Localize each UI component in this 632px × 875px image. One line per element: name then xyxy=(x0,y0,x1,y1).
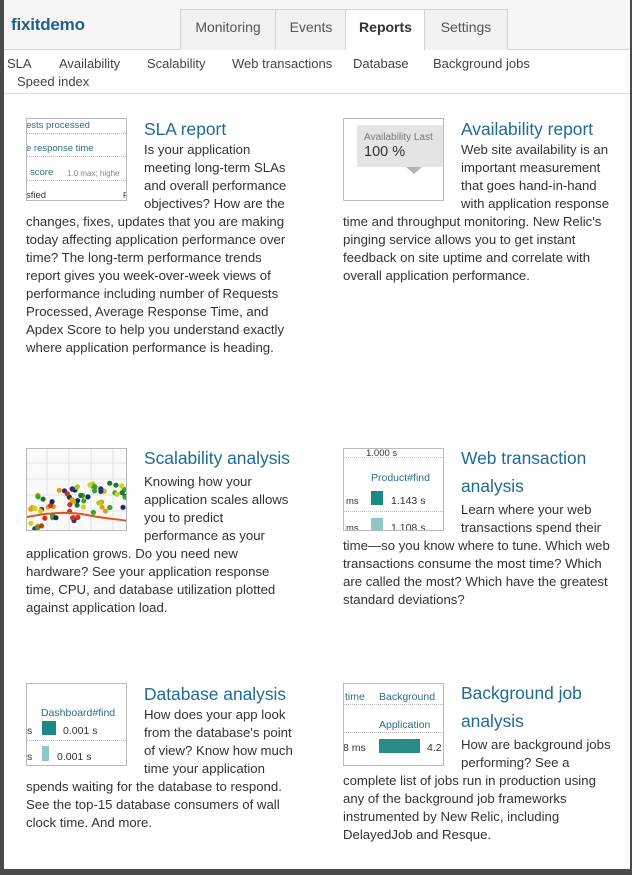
scatter-point xyxy=(119,490,125,496)
thumb-divider xyxy=(344,457,443,458)
scatter-point xyxy=(90,509,96,515)
tab-settings[interactable]: Settings xyxy=(424,9,508,50)
subnav-scalability[interactable]: Scalability xyxy=(147,56,206,71)
reports-subnav: SLA Availability Scalability Web transac… xyxy=(4,50,630,94)
thumb-divider xyxy=(27,740,126,741)
scatter-point xyxy=(98,488,104,494)
scatter-point xyxy=(64,491,70,497)
scatter-point xyxy=(67,502,73,508)
report-card-sla: ests processed e response time score 1.0… xyxy=(26,118,298,357)
web-transaction-analysis-thumbnail[interactable]: 1.000 s Product#find ms 1.143 s ms 1.108… xyxy=(343,448,444,531)
thumb-text: 0.001 s xyxy=(57,751,92,763)
scatter-point xyxy=(119,483,125,489)
duration-bar xyxy=(371,491,383,505)
subnav-background-jobs[interactable]: Background jobs xyxy=(433,56,530,71)
subnav-database[interactable]: Database xyxy=(353,56,409,71)
pointer-arrow-icon xyxy=(406,167,422,174)
duration-bar xyxy=(42,746,49,761)
scatter-point xyxy=(113,482,119,488)
scatter-point xyxy=(87,482,93,488)
scatter-point xyxy=(75,498,81,504)
scatter-point xyxy=(107,480,113,486)
report-card-availability: Availability Last 100 % Availability rep… xyxy=(343,118,613,285)
thumb-text: 1.108 s xyxy=(391,522,426,531)
scatter-point xyxy=(32,505,38,511)
scatter-point xyxy=(74,484,80,490)
sla-report-thumbnail[interactable]: ests processed e response time score 1.0… xyxy=(26,118,127,201)
background-job-analysis-thumbnail[interactable]: time Background Application 8 ms 4.2 xyxy=(343,683,444,766)
scatter-point xyxy=(107,504,113,511)
scatter-point xyxy=(120,504,126,510)
scatter-point xyxy=(56,487,62,493)
subnav-sla[interactable]: SLA xyxy=(7,56,32,71)
thumb-divider xyxy=(27,180,126,181)
thumb-text: 8 ms xyxy=(343,742,366,754)
scatter-point xyxy=(69,486,75,492)
thumb-divider xyxy=(27,156,126,157)
scatter-point xyxy=(103,508,109,514)
thumb-text: Dashboard#find xyxy=(41,707,116,719)
duration-bar xyxy=(371,518,383,530)
scatter-point xyxy=(80,504,86,510)
scatter-point xyxy=(53,515,59,521)
thumb-text: 1.000 s xyxy=(366,448,398,459)
duration-bar xyxy=(379,739,420,753)
thumb-text: 0.001 s xyxy=(63,725,98,737)
scatter-point xyxy=(92,484,98,490)
report-card-scalability: Scalability analysis Knowing how your ap… xyxy=(26,448,298,617)
thumb-divider xyxy=(344,511,443,512)
scatter-point xyxy=(114,491,120,497)
scatter-plot xyxy=(27,449,126,530)
scatter-point xyxy=(49,499,55,505)
report-card-web-transactions: 1.000 s Product#find ms 1.143 s ms 1.108… xyxy=(343,448,613,609)
scatter-point xyxy=(40,496,46,502)
thumb-text: F xyxy=(123,187,126,200)
subnav-web-transactions[interactable]: Web transactions xyxy=(232,56,332,71)
thumb-text: ms xyxy=(346,523,359,531)
scatter-point xyxy=(85,494,91,500)
thumb-text: 100 % xyxy=(364,144,406,160)
thumb-divider xyxy=(27,133,126,134)
thumb-text: 1.143 s xyxy=(391,495,426,507)
tab-reports[interactable]: Reports xyxy=(345,9,426,51)
thumb-text: sfied xyxy=(26,190,47,201)
scatter-point xyxy=(70,515,76,521)
thumb-text: s xyxy=(27,751,33,763)
app-header: fixitdemo Monitoring Events Reports Sett… xyxy=(4,0,630,51)
scatter-point xyxy=(69,497,75,503)
availability-report-thumbnail[interactable]: Availability Last 100 % xyxy=(343,118,444,201)
app-name[interactable]: fixitdemo xyxy=(11,15,85,35)
thumb-text: s xyxy=(27,725,33,737)
scatter-point xyxy=(37,508,44,514)
scatter-point xyxy=(78,492,84,499)
report-card-background-jobs: time Background Application 8 ms 4.2 Bac… xyxy=(343,683,613,844)
scalability-analysis-thumbnail[interactable] xyxy=(26,448,127,531)
thumb-divider xyxy=(344,732,443,733)
scatter-point xyxy=(99,504,105,510)
scatter-point xyxy=(96,500,102,506)
subnav-availability[interactable]: Availability xyxy=(59,56,120,71)
scatter-point xyxy=(35,494,41,500)
thumb-text: 4.2 xyxy=(427,742,442,754)
subnav-speed-index[interactable]: Speed index xyxy=(17,74,89,89)
scatter-point xyxy=(42,515,48,521)
thumb-text: ms xyxy=(346,496,359,507)
report-card-database: Dashboard#find s 0.001 s s 0.001 s Datab… xyxy=(26,683,298,832)
thumb-divider xyxy=(344,704,443,705)
thumb-text: Product#find xyxy=(371,472,430,484)
scatter-point xyxy=(81,498,87,504)
scatter-point xyxy=(38,523,45,529)
tab-monitoring[interactable]: Monitoring xyxy=(180,9,276,50)
duration-bar xyxy=(42,721,56,735)
database-analysis-thumbnail[interactable]: Dashboard#find s 0.001 s s 0.001 s xyxy=(26,683,127,766)
tab-events[interactable]: Events xyxy=(275,9,347,50)
reports-page: fixitdemo Monitoring Events Reports Sett… xyxy=(4,0,630,869)
scatter-point xyxy=(28,520,34,526)
